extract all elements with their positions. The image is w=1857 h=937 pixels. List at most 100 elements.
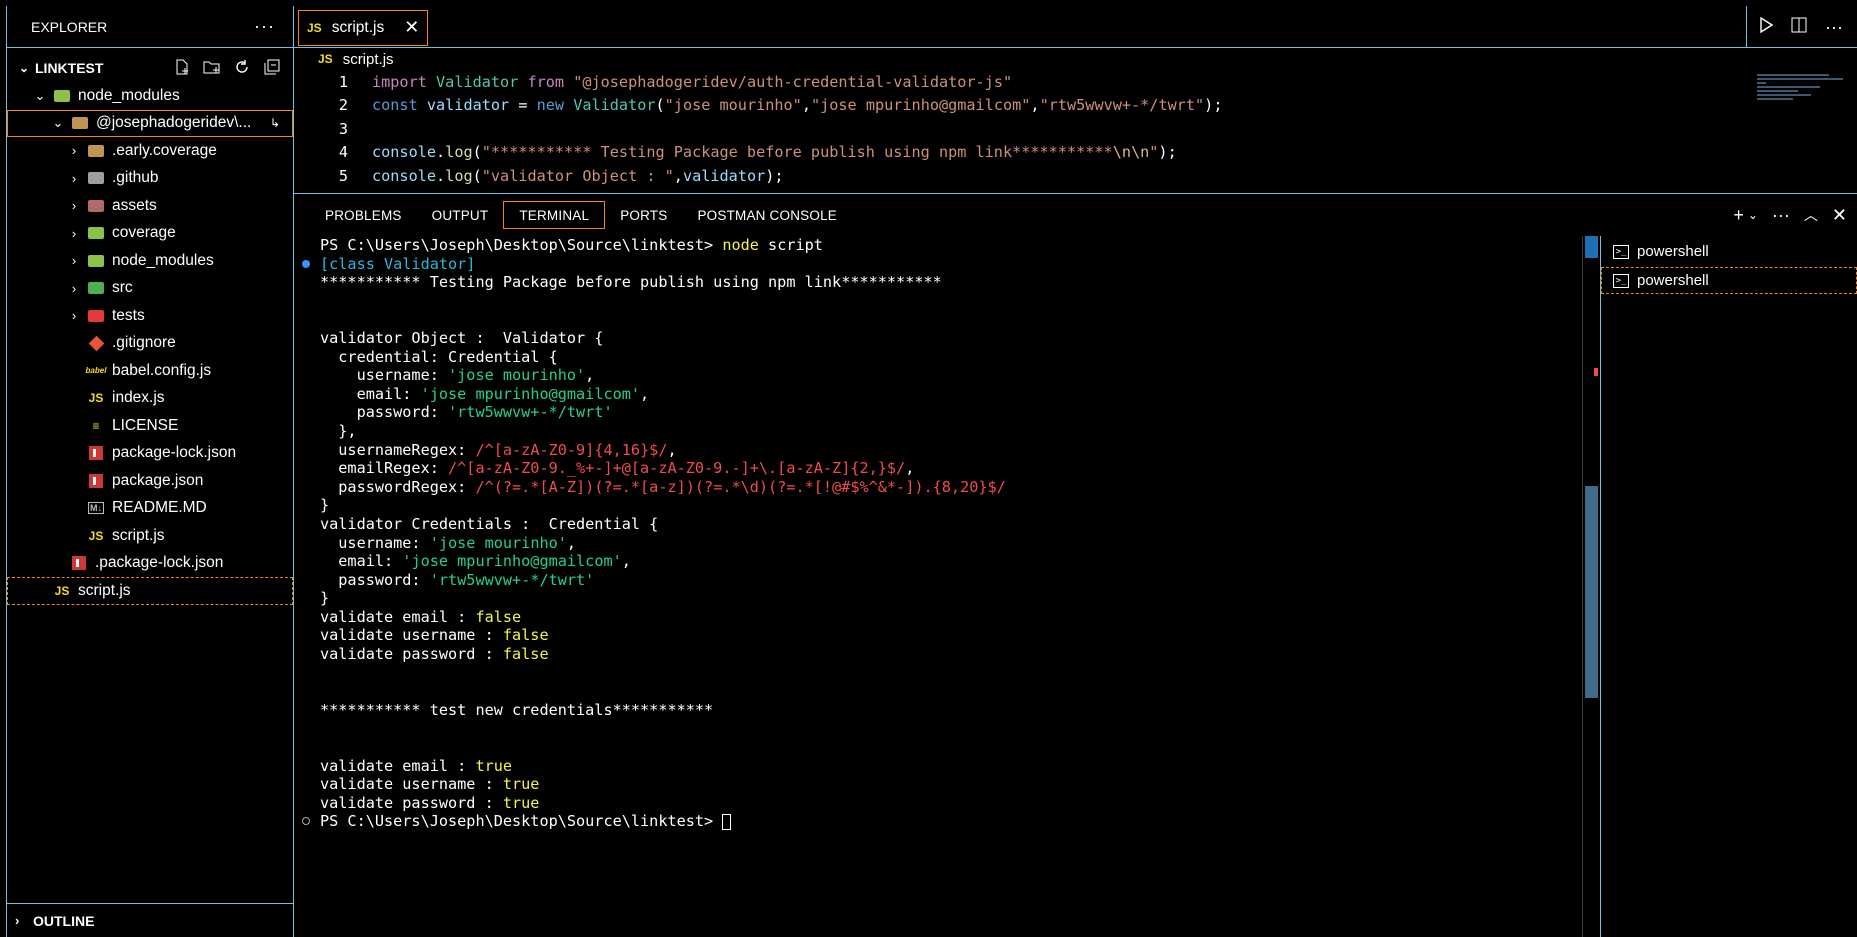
more-actions-icon[interactable]: ··· xyxy=(1772,205,1790,226)
javascript-file-icon: JS xyxy=(307,20,322,35)
panel-tabs: PROBLEMS OUTPUT TERMINAL PORTS POSTMAN C… xyxy=(294,194,1857,236)
explorer-title: EXPLORER xyxy=(31,18,108,35)
more-actions-icon[interactable]: ··· xyxy=(254,16,275,37)
close-icon[interactable]: ✕ xyxy=(404,17,419,38)
terminal-list: >_ powershell >_ powershell xyxy=(1600,236,1857,937)
explorer-actions xyxy=(173,58,281,76)
tab-script-js[interactable]: JS script.js ✕ xyxy=(298,9,429,46)
terminal-line: } xyxy=(320,496,330,515)
tree-item[interactable]: › assets xyxy=(7,192,293,220)
refresh-icon[interactable] xyxy=(233,58,251,76)
tree-item-label: LICENSE xyxy=(112,416,179,434)
tree-item-label: tests xyxy=(112,306,145,324)
terminal-line: email: 'jose mpurinho@gmailcom', xyxy=(320,552,631,571)
chevron-right-icon: › xyxy=(71,143,77,159)
split-editor-icon[interactable] xyxy=(1791,17,1807,38)
tab-ports[interactable]: PORTS xyxy=(605,201,682,229)
tree-item[interactable]: ⌄ @josephadogeridev\... ↳ xyxy=(7,109,293,137)
tree-item[interactable]: .package-lock.json xyxy=(7,550,293,578)
terminal-instance[interactable]: >_ powershell xyxy=(1601,267,1857,294)
babel-icon: babel xyxy=(85,366,107,376)
tree-item[interactable]: JS script.js xyxy=(7,577,293,605)
close-panel-icon[interactable]: ✕ xyxy=(1832,205,1847,226)
markdown-icon: M↓ xyxy=(88,502,104,515)
code-text: const validator = new Validator("jose mo… xyxy=(372,96,1223,115)
run-icon[interactable] xyxy=(1759,16,1774,38)
new-terminal-icon[interactable]: + xyxy=(1733,205,1744,226)
tree-item[interactable]: › coverage xyxy=(7,220,293,248)
tree-item[interactable]: M↓ README.MD xyxy=(7,495,293,523)
tab-problems[interactable]: PROBLEMS xyxy=(310,201,417,229)
tree-item[interactable]: package.json xyxy=(7,467,293,495)
tree-item[interactable]: JS script.js xyxy=(7,522,293,550)
tab-label: script.js xyxy=(331,18,385,36)
folder-npm-icon xyxy=(52,88,72,104)
tree-item[interactable]: JS index.js xyxy=(7,385,293,413)
tree-item-label: index.js xyxy=(112,389,165,407)
chevron-right-icon: › xyxy=(71,253,77,269)
javascript-file-icon: JS xyxy=(318,52,333,66)
terminal-prompt[interactable]: PS C:\Users\Joseph\Desktop\Source\linkte… xyxy=(294,812,1582,831)
maximize-panel-icon[interactable]: ︿ xyxy=(1804,205,1818,225)
tree-item-label: package-lock.json xyxy=(112,444,237,462)
folder-icon xyxy=(86,143,106,159)
minimap[interactable] xyxy=(1757,72,1847,112)
terminal-line: [class Validator] xyxy=(294,255,1582,274)
tree-item-label: babel.config.js xyxy=(112,361,212,379)
tree-item[interactable]: ⌄ node_modules xyxy=(7,82,293,110)
terminal-line: validator Object : Validator { xyxy=(320,328,604,347)
new-folder-icon[interactable] xyxy=(203,58,221,76)
symlink-badge-icon: ↳ xyxy=(269,116,280,131)
editor-tabbar: JS script.js ✕ ··· xyxy=(294,6,1857,48)
tree-item[interactable]: package-lock.json xyxy=(7,440,293,468)
terminal-output[interactable]: PS C:\Users\Joseph\Desktop\Source\linkte… xyxy=(294,236,1582,937)
tree-item-label: node_modules xyxy=(112,251,214,269)
tree-item-label: package.json xyxy=(112,471,204,489)
terminal-line: validate password : false xyxy=(320,645,549,664)
terminal-instance[interactable]: >_ powershell xyxy=(1601,238,1857,265)
tree-item[interactable]: › tests xyxy=(7,302,293,330)
tab-output[interactable]: OUTPUT xyxy=(417,201,504,229)
terminal-icon: >_ xyxy=(1613,244,1629,259)
terminal-line: username: 'jose mourinho', xyxy=(320,366,595,385)
breadcrumb-item[interactable]: script.js xyxy=(343,51,394,68)
scrollbar-thumb[interactable] xyxy=(1585,486,1598,698)
folder-github-icon xyxy=(86,170,106,186)
code-editor[interactable]: 1 import Validator from "@josephadogeride… xyxy=(294,70,1857,188)
javascript-file-icon: JS xyxy=(88,528,104,543)
terminal-line: } xyxy=(320,589,330,608)
tree-item[interactable]: babel babel.config.js xyxy=(7,357,293,385)
editor-area: JS script.js ✕ ··· JS script.js 1 import … xyxy=(294,6,1857,193)
scrollbar-error-marker xyxy=(1594,368,1598,376)
scrollbar-top-indicator xyxy=(1585,236,1598,258)
command-decoration-icon[interactable] xyxy=(302,817,310,826)
tree-item[interactable]: ≡ LICENSE xyxy=(7,412,293,440)
tree-item[interactable]: › node_modules xyxy=(7,247,293,275)
code-text: console.log("*********** Testing Package… xyxy=(372,143,1177,162)
breadcrumb: JS script.js xyxy=(294,48,1857,70)
collapse-all-icon[interactable] xyxy=(263,58,281,76)
workspace-section-header[interactable]: ⌄ LINKTEST xyxy=(7,54,293,82)
chevron-down-icon[interactable]: ⌄ xyxy=(1748,208,1758,222)
terminal-cursor xyxy=(722,813,732,830)
command-decoration-icon[interactable] xyxy=(302,259,310,268)
new-file-icon[interactable] xyxy=(173,58,191,76)
terminal-scrollbar[interactable] xyxy=(1582,236,1600,937)
chevron-right-icon: › xyxy=(71,170,77,186)
tab-postman-console[interactable]: POSTMAN CONSOLE xyxy=(682,201,852,229)
folder-src-icon xyxy=(86,280,106,296)
javascript-file-icon: JS xyxy=(54,583,70,598)
terminal-line: password: 'rtw5wwvw+-*/twrt' xyxy=(320,403,613,422)
folder-coverage-icon xyxy=(86,225,106,241)
more-actions-icon[interactable]: ··· xyxy=(1825,17,1843,38)
tab-terminal[interactable]: TERMINAL xyxy=(503,201,606,229)
outline-title: OUTLINE xyxy=(33,912,95,929)
chevron-down-icon: ⌄ xyxy=(52,115,64,131)
tree-item[interactable]: › src xyxy=(7,275,293,303)
tree-item[interactable]: .gitignore xyxy=(7,330,293,358)
git-icon xyxy=(86,335,106,352)
tree-item[interactable]: › .early.coverage xyxy=(7,137,293,165)
outline-section-header[interactable]: › OUTLINE xyxy=(7,903,293,937)
tree-item[interactable]: › .github xyxy=(7,165,293,193)
